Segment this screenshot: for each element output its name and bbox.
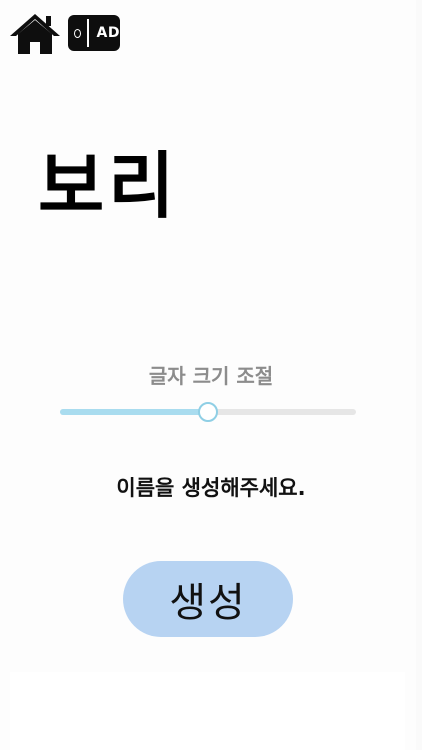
ad-divider [87, 19, 89, 47]
ad-label: AD [96, 25, 120, 41]
generated-name: 보리 [38, 144, 179, 228]
font-size-slider[interactable] [60, 398, 356, 426]
top-bar: AD [8, 12, 120, 56]
generate-button[interactable]: 생성 [123, 561, 293, 637]
font-size-label: 글자 크기 조절 [148, 364, 274, 388]
right-edge [416, 0, 422, 750]
prompt-text: 이름을 생성해주세요. [116, 476, 306, 500]
home-icon[interactable] [8, 12, 62, 56]
slider-thumb[interactable] [198, 402, 218, 422]
ad-badge[interactable]: AD [68, 15, 120, 51]
bottom-panel [10, 672, 405, 750]
ad-dot-icon [74, 28, 82, 38]
slider-fill [60, 409, 208, 415]
